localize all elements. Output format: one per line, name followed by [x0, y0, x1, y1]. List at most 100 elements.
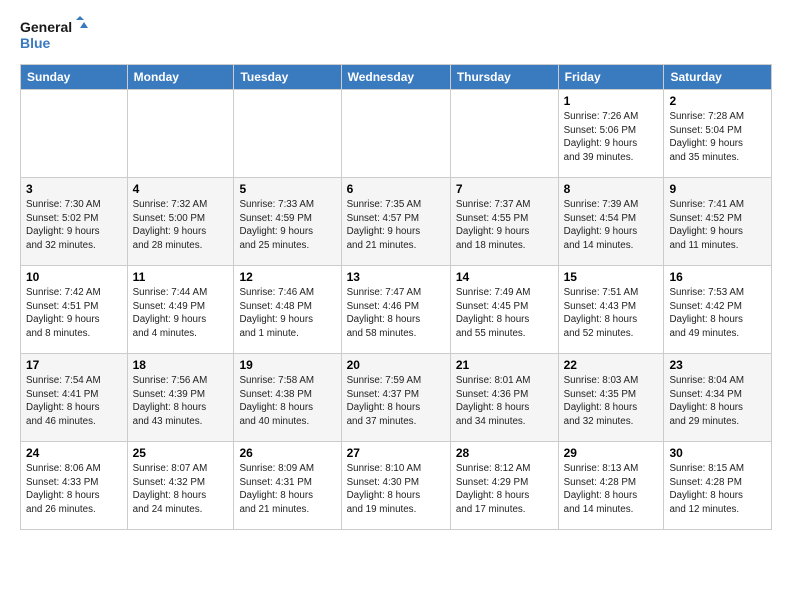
week-row-3: 10 Sunrise: 7:42 AM Sunset: 4:51 PM Dayli… [21, 266, 772, 354]
day-info: Sunrise: 7:42 AM Sunset: 4:51 PM Dayligh… [26, 286, 122, 341]
day-info: Sunrise: 7:54 AM Sunset: 4:41 PM Dayligh… [26, 374, 122, 429]
page: General Blue SundayMondayTuesdayWednesda… [0, 0, 792, 612]
day-info: Sunrise: 7:28 AM Sunset: 5:04 PM Dayligh… [669, 110, 766, 165]
day-info: Sunrise: 8:13 AM Sunset: 4:28 PM Dayligh… [564, 462, 659, 517]
day-cell: 30 Sunrise: 8:15 AM Sunset: 4:28 PM Dayli… [664, 442, 772, 530]
day-cell: 10 Sunrise: 7:42 AM Sunset: 4:51 PM Dayli… [21, 266, 128, 354]
day-cell: 17Sunrise: 7:54 AM Sunset: 4:41 PM Dayli… [21, 354, 128, 442]
day-cell: 25 Sunrise: 8:07 AM Sunset: 4:32 PM Dayli… [127, 442, 234, 530]
day-number: 21 [456, 358, 553, 372]
day-cell: 27 Sunrise: 8:10 AM Sunset: 4:30 PM Dayli… [341, 442, 450, 530]
day-number: 11 [133, 270, 229, 284]
day-number: 16 [669, 270, 766, 284]
day-number: 25 [133, 446, 229, 460]
day-info: Sunrise: 7:26 AM Sunset: 5:06 PM Dayligh… [564, 110, 659, 165]
day-info: Sunrise: 7:32 AM Sunset: 5:00 PM Dayligh… [133, 198, 229, 253]
day-number: 4 [133, 182, 229, 196]
day-cell [341, 90, 450, 178]
day-info: Sunrise: 7:39 AM Sunset: 4:54 PM Dayligh… [564, 198, 659, 253]
day-number: 9 [669, 182, 766, 196]
day-info: Sunrise: 8:10 AM Sunset: 4:30 PM Dayligh… [347, 462, 445, 517]
col-header-thursday: Thursday [450, 65, 558, 90]
day-cell: 18 Sunrise: 7:56 AM Sunset: 4:39 PM Dayli… [127, 354, 234, 442]
day-info: Sunrise: 7:37 AM Sunset: 4:55 PM Dayligh… [456, 198, 553, 253]
day-info: Sunrise: 8:09 AM Sunset: 4:31 PM Dayligh… [239, 462, 335, 517]
day-info: Sunrise: 7:46 AM Sunset: 4:48 PM Dayligh… [239, 286, 335, 341]
day-info: Sunrise: 7:56 AM Sunset: 4:39 PM Dayligh… [133, 374, 229, 429]
day-number: 26 [239, 446, 335, 460]
day-number: 27 [347, 446, 445, 460]
day-number: 10 [26, 270, 122, 284]
logo-icon: General Blue [20, 16, 88, 54]
day-cell: 21 Sunrise: 8:01 AM Sunset: 4:36 PM Dayli… [450, 354, 558, 442]
week-row-5: 24 Sunrise: 8:06 AM Sunset: 4:33 PM Dayli… [21, 442, 772, 530]
day-cell: 20Sunrise: 7:59 AM Sunset: 4:37 PM Dayli… [341, 354, 450, 442]
day-number: 6 [347, 182, 445, 196]
day-cell: 5Sunrise: 7:33 AM Sunset: 4:59 PM Daylig… [234, 178, 341, 266]
day-cell: 24 Sunrise: 8:06 AM Sunset: 4:33 PM Dayli… [21, 442, 128, 530]
day-cell: 14 Sunrise: 7:49 AM Sunset: 4:45 PM Dayli… [450, 266, 558, 354]
day-info: Sunrise: 7:58 AM Sunset: 4:38 PM Dayligh… [239, 374, 335, 429]
day-number: 20 [347, 358, 445, 372]
col-header-wednesday: Wednesday [341, 65, 450, 90]
day-number: 15 [564, 270, 659, 284]
day-cell: 9 Sunrise: 7:41 AM Sunset: 4:52 PM Daylig… [664, 178, 772, 266]
calendar-header-row: SundayMondayTuesdayWednesdayThursdayFrid… [21, 65, 772, 90]
day-cell: 4 Sunrise: 7:32 AM Sunset: 5:00 PM Daylig… [127, 178, 234, 266]
day-number: 14 [456, 270, 553, 284]
day-cell: 8Sunrise: 7:39 AM Sunset: 4:54 PM Daylig… [558, 178, 664, 266]
day-cell: 26 Sunrise: 8:09 AM Sunset: 4:31 PM Dayli… [234, 442, 341, 530]
day-cell: 7 Sunrise: 7:37 AM Sunset: 4:55 PM Daylig… [450, 178, 558, 266]
day-number: 24 [26, 446, 122, 460]
day-info: Sunrise: 7:47 AM Sunset: 4:46 PM Dayligh… [347, 286, 445, 341]
day-cell: 19 Sunrise: 7:58 AM Sunset: 4:38 PM Dayli… [234, 354, 341, 442]
day-info: Sunrise: 7:41 AM Sunset: 4:52 PM Dayligh… [669, 198, 766, 253]
day-info: Sunrise: 7:53 AM Sunset: 4:42 PM Dayligh… [669, 286, 766, 341]
day-cell [21, 90, 128, 178]
day-number: 29 [564, 446, 659, 460]
day-number: 3 [26, 182, 122, 196]
day-number: 30 [669, 446, 766, 460]
day-info: Sunrise: 8:07 AM Sunset: 4:32 PM Dayligh… [133, 462, 229, 517]
day-info: Sunrise: 7:30 AM Sunset: 5:02 PM Dayligh… [26, 198, 122, 253]
col-header-sunday: Sunday [21, 65, 128, 90]
svg-text:General: General [20, 19, 72, 35]
day-number: 7 [456, 182, 553, 196]
day-cell: 12 Sunrise: 7:46 AM Sunset: 4:48 PM Dayli… [234, 266, 341, 354]
day-info: Sunrise: 8:03 AM Sunset: 4:35 PM Dayligh… [564, 374, 659, 429]
day-info: Sunrise: 8:04 AM Sunset: 4:34 PM Dayligh… [669, 374, 766, 429]
day-cell: 23 Sunrise: 8:04 AM Sunset: 4:34 PM Dayli… [664, 354, 772, 442]
day-cell: 15 Sunrise: 7:51 AM Sunset: 4:43 PM Dayli… [558, 266, 664, 354]
svg-text:Blue: Blue [20, 35, 51, 51]
day-info: Sunrise: 8:01 AM Sunset: 4:36 PM Dayligh… [456, 374, 553, 429]
day-number: 19 [239, 358, 335, 372]
day-cell [450, 90, 558, 178]
day-number: 18 [133, 358, 229, 372]
col-header-saturday: Saturday [664, 65, 772, 90]
day-cell [127, 90, 234, 178]
day-info: Sunrise: 8:06 AM Sunset: 4:33 PM Dayligh… [26, 462, 122, 517]
day-number: 12 [239, 270, 335, 284]
day-info: Sunrise: 7:51 AM Sunset: 4:43 PM Dayligh… [564, 286, 659, 341]
day-number: 23 [669, 358, 766, 372]
day-number: 1 [564, 94, 659, 108]
calendar: SundayMondayTuesdayWednesdayThursdayFrid… [20, 64, 772, 530]
day-number: 22 [564, 358, 659, 372]
day-info: Sunrise: 7:49 AM Sunset: 4:45 PM Dayligh… [456, 286, 553, 341]
day-cell [234, 90, 341, 178]
day-cell: 6Sunrise: 7:35 AM Sunset: 4:57 PM Daylig… [341, 178, 450, 266]
day-info: Sunrise: 7:44 AM Sunset: 4:49 PM Dayligh… [133, 286, 229, 341]
week-row-4: 17Sunrise: 7:54 AM Sunset: 4:41 PM Dayli… [21, 354, 772, 442]
day-info: Sunrise: 7:33 AM Sunset: 4:59 PM Dayligh… [239, 198, 335, 253]
day-cell: 3 Sunrise: 7:30 AM Sunset: 5:02 PM Daylig… [21, 178, 128, 266]
col-header-friday: Friday [558, 65, 664, 90]
day-info: Sunrise: 8:12 AM Sunset: 4:29 PM Dayligh… [456, 462, 553, 517]
week-row-2: 3 Sunrise: 7:30 AM Sunset: 5:02 PM Daylig… [21, 178, 772, 266]
logo: General Blue [20, 16, 88, 54]
day-number: 28 [456, 446, 553, 460]
day-info: Sunrise: 8:15 AM Sunset: 4:28 PM Dayligh… [669, 462, 766, 517]
day-number: 2 [669, 94, 766, 108]
day-cell: 2 Sunrise: 7:28 AM Sunset: 5:04 PM Daylig… [664, 90, 772, 178]
header: General Blue [20, 16, 772, 54]
day-cell: 1 Sunrise: 7:26 AM Sunset: 5:06 PM Daylig… [558, 90, 664, 178]
